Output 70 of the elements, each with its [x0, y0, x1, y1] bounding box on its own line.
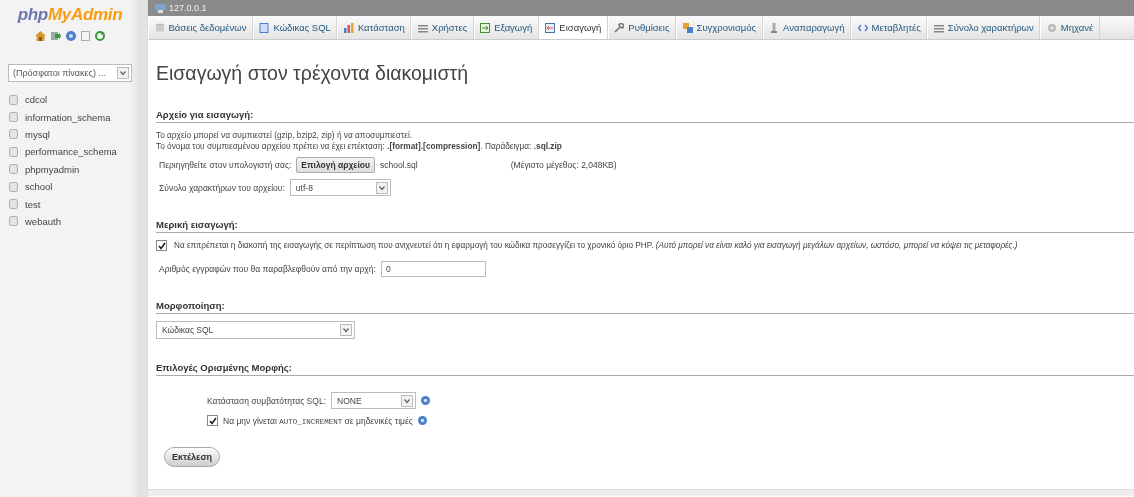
database-icon — [9, 129, 18, 140]
database-icon — [9, 216, 18, 227]
tab[interactable]: Ρυθμίσεις — [607, 16, 677, 39]
dropdown-arrow-icon — [117, 67, 129, 79]
exit-icon[interactable] — [51, 31, 61, 41]
section-legend: Επιλογές Ορισμένης Μορφής: — [156, 362, 1134, 376]
section-legend: Αρχείο για εισαγωγή: — [156, 109, 1134, 123]
tab[interactable]: Αναπαραγωγή — [762, 16, 851, 39]
tab[interactable]: Σύνολο χαρακτήρων — [927, 16, 1041, 39]
tab[interactable]: Κατάσταση — [337, 16, 412, 39]
database-link[interactable]: information_schema — [25, 111, 111, 123]
help-icon[interactable] — [66, 31, 76, 41]
page-title: Εισαγωγή στον τρέχοντα διακομιστή — [156, 62, 469, 85]
database-icon — [9, 94, 18, 105]
section-legend: Μερική εισαγωγή: — [156, 219, 1134, 233]
list-icon — [933, 22, 944, 33]
export-icon — [480, 22, 491, 33]
checkbox[interactable] — [156, 240, 167, 251]
tab[interactable]: Εξαγωγή — [473, 16, 539, 39]
charset-select[interactable]: utf-8 — [289, 179, 391, 196]
dropdown-arrow-icon — [340, 324, 352, 336]
checkbox-label: Να επιτρέπεται η διακοπή της εισαγωγής σε περίπτωση που ανιχνευτεί ότι η εφαρμογή του κώδικα προσεγγίζει το χρονικό όριο PHP. (Αυτό μπορεί να είναι καλό για εισαγωγή μεγάλων αρχείων, ωστόσο, μπορεί να κόψει τις μεταφορές.) — [174, 241, 1018, 250]
refresh-icon[interactable] — [95, 31, 105, 41]
help-icon[interactable] — [421, 396, 430, 405]
database-link[interactable]: cdcol — [25, 94, 48, 106]
database-link[interactable]: test — [25, 198, 41, 210]
tab[interactable]: Εισαγωγή — [538, 16, 608, 39]
format-select[interactable]: Κώδικας SQL — [156, 321, 355, 339]
charset-label: Σύνολο χαρακτήρων του αρχείου: — [159, 182, 285, 193]
database-icon — [9, 181, 18, 192]
tab[interactable]: Κώδικας SQL — [253, 16, 338, 39]
compat-select[interactable]: NONE — [331, 392, 416, 409]
recent-tables-select[interactable]: (Πρόσφατοι πίνακες) ... — [8, 64, 132, 82]
database-link[interactable]: phpmyadmin — [25, 163, 80, 175]
tab[interactable]: Βάσεις δεδομένων — [148, 16, 253, 39]
home-icon[interactable] — [35, 31, 46, 41]
note-text: Το όνομα του συμπιεσμένου αρχείου πρέπει να έχει επέκταση: .[format].[compression]. Παράδειγμα: .sql.zip — [156, 140, 563, 151]
choose-file-button[interactable]: Επιλογή αρχείου — [296, 157, 375, 173]
bar-chart-icon — [343, 22, 354, 33]
database-link[interactable]: webauth — [25, 215, 61, 227]
database-icon — [9, 112, 18, 123]
compat-label: Κατάσταση συμβατότητας SQL: — [207, 395, 326, 406]
database-icon — [9, 146, 18, 157]
tab[interactable]: Συγχρονισμός — [676, 16, 763, 39]
database-icon — [9, 164, 18, 175]
logo-prefix[interactable]: php — [17, 5, 48, 24]
skip-count-field[interactable]: 0 — [380, 261, 486, 277]
database-link[interactable]: mysql — [25, 128, 50, 140]
sync-icon — [682, 22, 693, 33]
import-icon — [545, 22, 556, 33]
skip-label: Αριθμός εγγραφών που θα παραβλεφθούν από την αρχή: — [159, 264, 376, 274]
wrench-icon — [614, 22, 625, 33]
code-icon — [857, 22, 868, 33]
browse-label: Περιηγηθείτε στον υπολογιστή σας: — [159, 160, 292, 170]
submit-button[interactable]: Εκτέλεση — [164, 447, 221, 467]
tab[interactable]: Μηχανέ — [1040, 16, 1100, 39]
note-text: Το αρχείο μπορεί να συμπιεστεί (gzip, bzip2, zip) ή να αποσυμπιεστεί. — [156, 130, 414, 141]
tab[interactable]: Χρήστες — [411, 16, 474, 39]
list-icon — [417, 22, 428, 33]
checkbox[interactable] — [207, 415, 218, 426]
help-icon[interactable] — [417, 416, 427, 425]
file-name: school.sql — [379, 160, 418, 170]
tab[interactable]: Μεταβλητές — [851, 16, 928, 39]
database-icon — [9, 199, 18, 210]
section-legend: Μορφοποίηση: — [156, 300, 1134, 314]
server-icon — [155, 3, 166, 13]
database-link[interactable]: school — [25, 181, 53, 193]
max-size-text: (Μέγιστο μέγεθος: 2,048KB) — [510, 160, 617, 170]
database-icon — [154, 22, 165, 33]
database-link[interactable]: performance_schema — [25, 146, 117, 158]
